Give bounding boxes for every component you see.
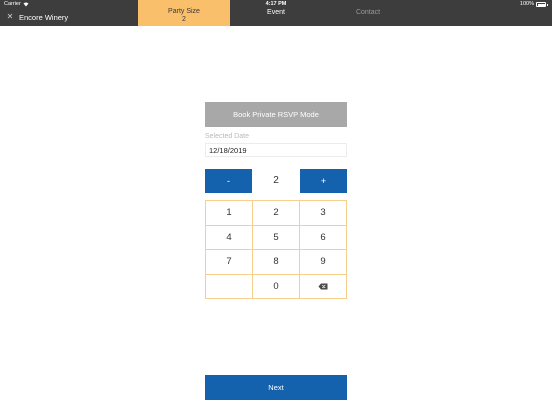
backspace-icon (318, 283, 328, 290)
tab-contact[interactable]: Contact (322, 0, 414, 26)
battery-percent: 100% (519, 1, 534, 7)
next-button[interactable]: Next (205, 375, 347, 400)
book-private-rsvp-button[interactable]: Book Private RSVP Mode (205, 102, 347, 127)
keypad-key-2[interactable]: 2 (253, 201, 300, 226)
tab-party-size-value: 2 (182, 16, 186, 23)
close-icon[interactable]: ✕ (5, 12, 15, 22)
selected-date-field[interactable] (205, 143, 347, 157)
tab-event-label: Event (267, 9, 285, 16)
tab-event[interactable]: Event (230, 0, 322, 26)
app-title: Encore Winery (19, 13, 69, 22)
keypad-key-9[interactable]: 9 (300, 250, 347, 275)
status-battery: 100% (520, 1, 548, 8)
decrement-button[interactable]: - (205, 169, 252, 193)
party-size-value: 2 (273, 175, 279, 186)
numeric-keypad: 1 2 3 4 5 6 7 8 9 0 (205, 200, 347, 299)
keypad-key-5[interactable]: 5 (253, 225, 300, 250)
tab-party-size[interactable]: Party Size 2 (138, 0, 230, 26)
keypad-key-0[interactable]: 0 (253, 274, 300, 299)
increment-button[interactable]: + (300, 169, 347, 193)
tab-party-size-label: Party Size (168, 8, 200, 15)
keypad-key-7[interactable]: 7 (206, 250, 253, 275)
selected-date-label: Selected Date (205, 133, 249, 140)
top-bar: Carrier 4:17 PM 100% ✕ Encore Winery Par… (0, 0, 552, 26)
keypad-key-4[interactable]: 4 (206, 225, 253, 250)
battery-icon (536, 2, 546, 7)
keypad-key-blank (206, 274, 253, 299)
keypad-key-3[interactable]: 3 (300, 201, 347, 226)
keypad-key-1[interactable]: 1 (206, 201, 253, 226)
keypad-key-6[interactable]: 6 (300, 225, 347, 250)
keypad-backspace-button[interactable] (300, 274, 347, 299)
keypad-key-8[interactable]: 8 (253, 250, 300, 275)
tab-contact-label: Contact (355, 9, 381, 16)
